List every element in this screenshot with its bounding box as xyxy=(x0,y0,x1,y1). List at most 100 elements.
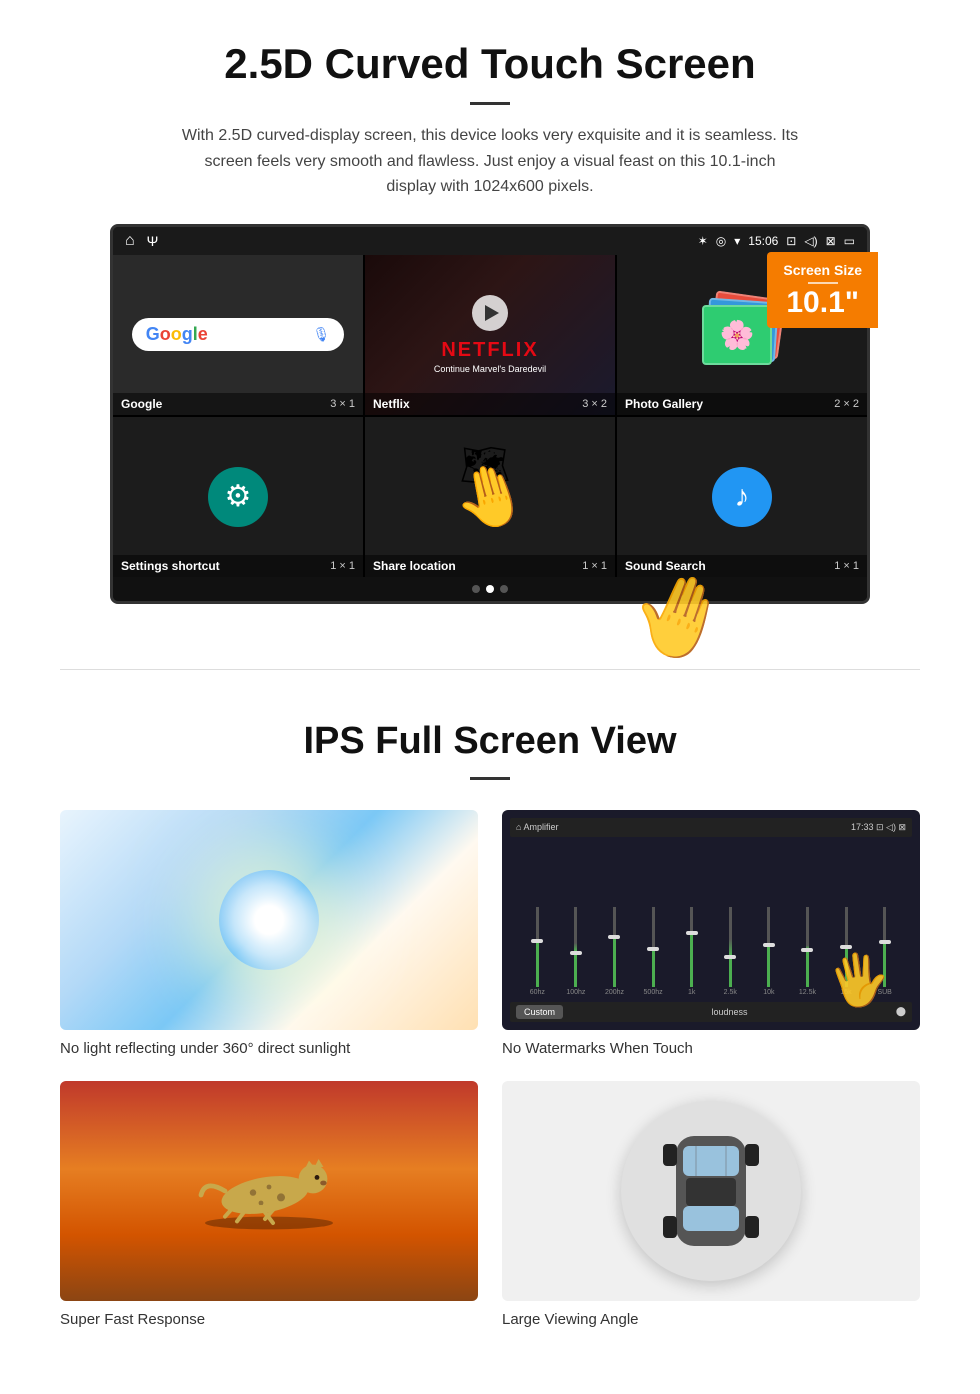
window-icon: ▭ xyxy=(844,234,855,248)
amp-slider-8 xyxy=(806,907,809,987)
feature-sunlight: No light reflecting under 360° direct su… xyxy=(60,810,478,1057)
flower-icon: 🌸 xyxy=(720,318,755,351)
sun-glow xyxy=(219,870,319,970)
netflix-play-button[interactable] xyxy=(472,295,508,331)
netflix-app-cell[interactable]: NETFLIX Continue Marvel's Daredevil Netf… xyxy=(365,255,615,415)
photo-card-3: 🌸 xyxy=(702,305,772,365)
amp-bar-2: 100hz xyxy=(559,843,594,996)
amp-bar-7: 10k xyxy=(752,843,787,996)
nav-dot-1 xyxy=(472,585,480,593)
google-app-size: 3 × 1 xyxy=(330,398,355,410)
amp-slider-4 xyxy=(652,907,655,987)
google-app-name: Google xyxy=(121,397,162,411)
amp-title: ⌂ Amplifier xyxy=(516,822,558,833)
amp-bar-6: 2.5k xyxy=(713,843,748,996)
settings-app-size: 1 × 1 xyxy=(330,560,355,572)
feature-watermarks-label: No Watermarks When Touch xyxy=(502,1040,920,1057)
volume-icon: ◁) xyxy=(804,234,817,248)
google-app-cell[interactable]: Google 🎙 Google 3 × 1 xyxy=(113,255,363,415)
google-logo: Google xyxy=(146,324,208,345)
screen-size-badge: Screen Size 10.1" xyxy=(767,252,878,328)
netflix-app-size: 3 × 2 xyxy=(582,398,607,410)
section-ips-screen: IPS Full Screen View No light reflecting… xyxy=(0,710,980,1368)
feature-cheetah-image xyxy=(60,1081,478,1301)
photo-app-size: 2 × 2 xyxy=(834,398,859,410)
amp-header: ⌂ Amplifier 17:33 ⊡ ◁) ⊠ xyxy=(510,818,912,837)
section2-divider xyxy=(470,777,510,780)
amp-bar-8: 12.5k xyxy=(790,843,825,996)
bluetooth-icon: ✶ xyxy=(698,234,708,248)
cheetah-svg xyxy=(189,1151,349,1231)
share-app-size: 1 × 1 xyxy=(582,560,607,572)
share-location-cell[interactable]: 🗺 🤚 Share location 1 × 1 xyxy=(365,417,615,577)
badge-label: Screen Size xyxy=(783,262,862,278)
features-grid: No light reflecting under 360° direct su… xyxy=(60,810,920,1328)
netflix-brand: NETFLIX xyxy=(441,339,538,362)
google-mic-icon[interactable]: 🎙 xyxy=(312,326,330,343)
device-mockup: Screen Size 10.1" ⌂ Ψ ✶ ◎ ▾ 15:06 ⊡ ◁) ⊠… xyxy=(110,224,870,604)
badge-value: 10.1" xyxy=(783,288,862,318)
feature-fast-label: Super Fast Response xyxy=(60,1311,478,1328)
netflix-app-label: Netflix 3 × 2 xyxy=(365,393,615,415)
sound-app-size: 1 × 1 xyxy=(834,560,859,572)
feature-viewing-label: Large Viewing Angle xyxy=(502,1311,920,1328)
share-app-name: Share location xyxy=(373,559,456,573)
amp-slider-3 xyxy=(613,907,616,987)
amp-bar-3: 200hz xyxy=(597,843,632,996)
status-time: 15:06 xyxy=(748,234,778,248)
location-icon: ◎ xyxy=(716,234,726,248)
amp-loudness: loudness xyxy=(711,1007,747,1017)
section-curved-screen: 2.5D Curved Touch Screen With 2.5D curve… xyxy=(0,0,980,629)
feature-sunlight-label: No light reflecting under 360° direct su… xyxy=(60,1040,478,1057)
share-app-label: Share location 1 × 1 xyxy=(365,555,615,577)
netflix-subtitle: Continue Marvel's Daredevil xyxy=(434,364,546,374)
netflix-overlay: NETFLIX Continue Marvel's Daredevil xyxy=(365,255,615,415)
amp-toggle: ⬤ xyxy=(896,1006,906,1017)
home-icon: ⌂ xyxy=(125,232,135,250)
music-note-icon: ♪ xyxy=(735,480,750,514)
amp-slider-2 xyxy=(574,907,577,987)
car-circle xyxy=(621,1101,801,1281)
camera-icon: ⊡ xyxy=(786,234,796,248)
amp-slider-1 xyxy=(536,907,539,987)
section1-title: 2.5D Curved Touch Screen xyxy=(60,40,920,88)
wifi-icon: ▾ xyxy=(734,234,740,248)
settings-app-label: Settings shortcut 1 × 1 xyxy=(113,555,363,577)
nav-dots xyxy=(113,577,867,601)
feature-watermarks: ⌂ Amplifier 17:33 ⊡ ◁) ⊠ 60hz 100hz xyxy=(502,810,920,1057)
amp-bar-4: 500hz xyxy=(636,843,671,996)
amp-bar-1: 60hz xyxy=(520,843,555,996)
netflix-app-name: Netflix xyxy=(373,397,410,411)
nav-dot-2 xyxy=(486,585,494,593)
sound-search-cell[interactable]: ♪ Sound Search 1 × 1 xyxy=(617,417,867,577)
sound-icon-circle: ♪ xyxy=(712,467,772,527)
feature-car-image xyxy=(502,1081,920,1301)
feature-fast-response: Super Fast Response xyxy=(60,1081,478,1328)
status-bar: ⌂ Ψ ✶ ◎ ▾ 15:06 ⊡ ◁) ⊠ ▭ xyxy=(113,227,867,255)
amp-slider-6 xyxy=(729,907,732,987)
close-icon: ⊠ xyxy=(826,234,836,248)
feature-viewing-angle: Large Viewing Angle xyxy=(502,1081,920,1328)
car-svg xyxy=(661,1116,761,1266)
hand-pointing-icon: 🤚 xyxy=(445,453,536,541)
amp-bar-5: 1k xyxy=(674,843,709,996)
settings-app-name: Settings shortcut xyxy=(121,559,220,573)
section-divider xyxy=(60,669,920,670)
nav-dot-3 xyxy=(500,585,508,593)
status-right: ✶ ◎ ▾ 15:06 ⊡ ◁) ⊠ ▭ xyxy=(698,234,855,248)
section2-title: IPS Full Screen View xyxy=(60,720,920,763)
settings-app-cell[interactable]: ⚙ Settings shortcut 1 × 1 xyxy=(113,417,363,577)
section1-divider xyxy=(470,102,510,105)
photo-app-name: Photo Gallery xyxy=(625,397,703,411)
app-grid: Google 🎙 Google 3 × 1 NETFLIX xyxy=(113,255,867,577)
amp-slider-7 xyxy=(767,907,770,987)
feature-sunlight-image xyxy=(60,810,478,1030)
settings-gear-icon: ⚙ xyxy=(225,479,252,514)
badge-divider xyxy=(808,282,838,284)
amp-custom-btn: Custom xyxy=(516,1005,563,1019)
photo-app-label: Photo Gallery 2 × 2 xyxy=(617,393,867,415)
section1-description: With 2.5D curved-display screen, this de… xyxy=(180,123,800,200)
usb-icon: Ψ xyxy=(147,233,159,249)
amp-time: 17:33 ⊡ ◁) ⊠ xyxy=(851,822,906,833)
google-search-bar[interactable]: Google 🎙 xyxy=(132,318,345,351)
